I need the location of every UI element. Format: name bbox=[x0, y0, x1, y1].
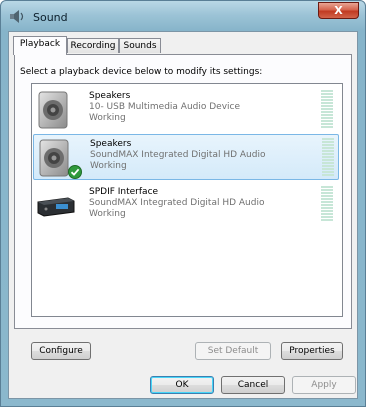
spdif-device-icon bbox=[37, 197, 75, 217]
volume-meter bbox=[321, 186, 333, 224]
tab-playback-label: Playback bbox=[19, 39, 61, 49]
device-name: Speakers bbox=[90, 139, 132, 149]
device-status: Working bbox=[89, 113, 126, 123]
tab-sounds[interactable]: Sounds bbox=[119, 38, 161, 53]
close-button[interactable]: X bbox=[318, 2, 359, 19]
close-icon: X bbox=[334, 4, 343, 17]
volume-meter bbox=[322, 138, 334, 176]
default-device-check-icon bbox=[68, 165, 82, 179]
apply-button[interactable]: Apply bbox=[292, 376, 356, 394]
title-bar[interactable]: Sound X bbox=[1, 1, 365, 31]
tab-recording-label: Recording bbox=[70, 41, 116, 51]
device-status: Working bbox=[90, 161, 127, 171]
device-name: Speakers bbox=[89, 91, 131, 101]
device-description: SoundMAX Integrated Digital HD Audio bbox=[90, 150, 266, 160]
device-description: SoundMAX Integrated Digital HD Audio bbox=[89, 198, 265, 208]
device-item-speakers-usb[interactable]: Speakers 10- USB Multimedia Audio Device… bbox=[33, 87, 339, 133]
window-title: Sound bbox=[33, 11, 68, 24]
speaker-icon bbox=[10, 10, 24, 23]
instruction-text: Select a playback device below to modify… bbox=[20, 67, 263, 77]
device-item-spdif[interactable]: SPDIF Interface SoundMAX Integrated Digi… bbox=[33, 183, 339, 229]
device-item-speakers-soundmax[interactable]: Speakers SoundMAX Integrated Digital HD … bbox=[33, 134, 339, 180]
device-description: 10- USB Multimedia Audio Device bbox=[89, 102, 241, 112]
properties-button[interactable]: Properties bbox=[281, 342, 343, 360]
set-default-button[interactable]: Set Default bbox=[195, 342, 271, 360]
tab-sounds-label: Sounds bbox=[123, 41, 157, 51]
cancel-button[interactable]: Cancel bbox=[221, 376, 285, 394]
tab-playback[interactable]: Playback bbox=[13, 36, 67, 55]
configure-button[interactable]: Configure bbox=[31, 342, 91, 360]
ok-button[interactable]: OK bbox=[150, 376, 214, 394]
device-name: SPDIF Interface bbox=[89, 187, 159, 197]
device-status: Working bbox=[89, 209, 126, 219]
volume-meter bbox=[321, 90, 333, 128]
speaker-icon bbox=[38, 91, 68, 129]
tab-recording[interactable]: Recording bbox=[67, 38, 119, 53]
